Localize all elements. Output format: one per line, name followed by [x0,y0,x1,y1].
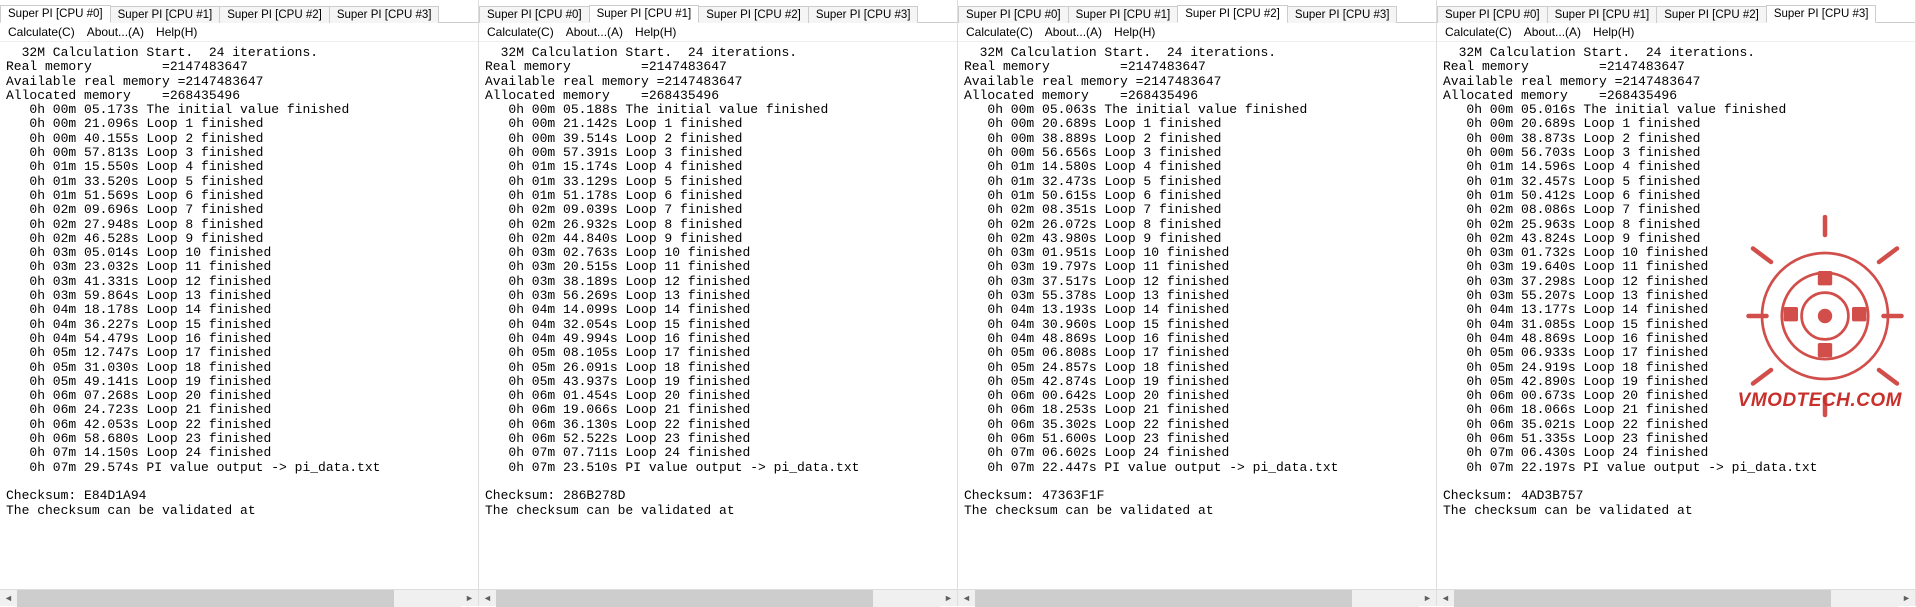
output-area: 32M Calculation Start. 24 iterations. Re… [1437,42,1915,589]
tab-cpu-1[interactable]: Super PI [CPU #1] [110,6,221,23]
menu-about[interactable]: About...(A) [1518,24,1587,40]
horizontal-scrollbar[interactable]: ◄► [479,589,957,606]
scroll-track[interactable] [17,590,461,607]
tab-cpu-3[interactable]: Super PI [CPU #3] [808,6,919,23]
tab-cpu-3[interactable]: Super PI [CPU #3] [1766,5,1877,23]
scroll-left-icon[interactable]: ◄ [958,590,975,607]
tab-cpu-2[interactable]: Super PI [CPU #2] [1177,5,1288,23]
tab-cpu-0[interactable]: Super PI [CPU #0] [479,6,590,23]
superpi-window-2: Super PI [CPU #0]Super PI [CPU #1]Super … [958,0,1437,606]
scroll-left-icon[interactable]: ◄ [1437,590,1454,607]
horizontal-scrollbar[interactable]: ◄► [0,589,478,606]
horizontal-scrollbar[interactable]: ◄► [1437,589,1915,606]
scroll-track[interactable] [975,590,1419,607]
scroll-thumb[interactable] [1454,590,1831,607]
tab-row: Super PI [CPU #0]Super PI [CPU #1]Super … [0,0,478,22]
menu-help[interactable]: Help(H) [629,24,682,40]
scroll-thumb[interactable] [975,590,1352,607]
tab-cpu-2[interactable]: Super PI [CPU #2] [219,6,330,23]
menu-calculate[interactable]: Calculate(C) [481,24,560,40]
scroll-right-icon[interactable]: ► [1419,590,1436,607]
tab-cpu-2[interactable]: Super PI [CPU #2] [698,6,809,23]
menu-help[interactable]: Help(H) [1587,24,1640,40]
superpi-window-1: Super PI [CPU #0]Super PI [CPU #1]Super … [479,0,958,606]
tab-row: Super PI [CPU #0]Super PI [CPU #1]Super … [1437,0,1915,22]
scroll-thumb[interactable] [17,590,394,607]
scroll-thumb[interactable] [496,590,873,607]
tab-row: Super PI [CPU #0]Super PI [CPU #1]Super … [479,0,957,22]
menu-calculate[interactable]: Calculate(C) [1439,24,1518,40]
scroll-right-icon[interactable]: ► [1898,590,1915,607]
menubar: Calculate(C)About...(A)Help(H) [0,22,478,42]
output-area: 32M Calculation Start. 24 iterations. Re… [958,42,1436,589]
menubar: Calculate(C)About...(A)Help(H) [479,22,957,42]
menu-calculate[interactable]: Calculate(C) [960,24,1039,40]
scroll-track[interactable] [496,590,940,607]
tab-cpu-2[interactable]: Super PI [CPU #2] [1656,6,1767,23]
tab-cpu-1[interactable]: Super PI [CPU #1] [1068,6,1179,23]
scroll-left-icon[interactable]: ◄ [0,590,17,607]
tab-cpu-1[interactable]: Super PI [CPU #1] [589,5,700,23]
tab-row: Super PI [CPU #0]Super PI [CPU #1]Super … [958,0,1436,22]
scroll-track[interactable] [1454,590,1898,607]
tab-cpu-1[interactable]: Super PI [CPU #1] [1547,6,1658,23]
menu-about[interactable]: About...(A) [1039,24,1108,40]
menu-help[interactable]: Help(H) [150,24,203,40]
output-area: 32M Calculation Start. 24 iterations. Re… [0,42,478,589]
menu-about[interactable]: About...(A) [81,24,150,40]
tab-cpu-3[interactable]: Super PI [CPU #3] [1287,6,1398,23]
menu-about[interactable]: About...(A) [560,24,629,40]
tab-cpu-0[interactable]: Super PI [CPU #0] [1437,6,1548,23]
menubar: Calculate(C)About...(A)Help(H) [1437,22,1915,42]
horizontal-scrollbar[interactable]: ◄► [958,589,1436,606]
scroll-left-icon[interactable]: ◄ [479,590,496,607]
menu-help[interactable]: Help(H) [1108,24,1161,40]
menu-calculate[interactable]: Calculate(C) [2,24,81,40]
scroll-right-icon[interactable]: ► [940,590,957,607]
superpi-window-3: Super PI [CPU #0]Super PI [CPU #1]Super … [1437,0,1916,606]
tab-cpu-3[interactable]: Super PI [CPU #3] [329,6,440,23]
menubar: Calculate(C)About...(A)Help(H) [958,22,1436,42]
output-area: 32M Calculation Start. 24 iterations. Re… [479,42,957,589]
tab-cpu-0[interactable]: Super PI [CPU #0] [0,5,111,23]
tab-cpu-0[interactable]: Super PI [CPU #0] [958,6,1069,23]
scroll-right-icon[interactable]: ► [461,590,478,607]
superpi-window-0: Super PI [CPU #0]Super PI [CPU #1]Super … [0,0,479,606]
